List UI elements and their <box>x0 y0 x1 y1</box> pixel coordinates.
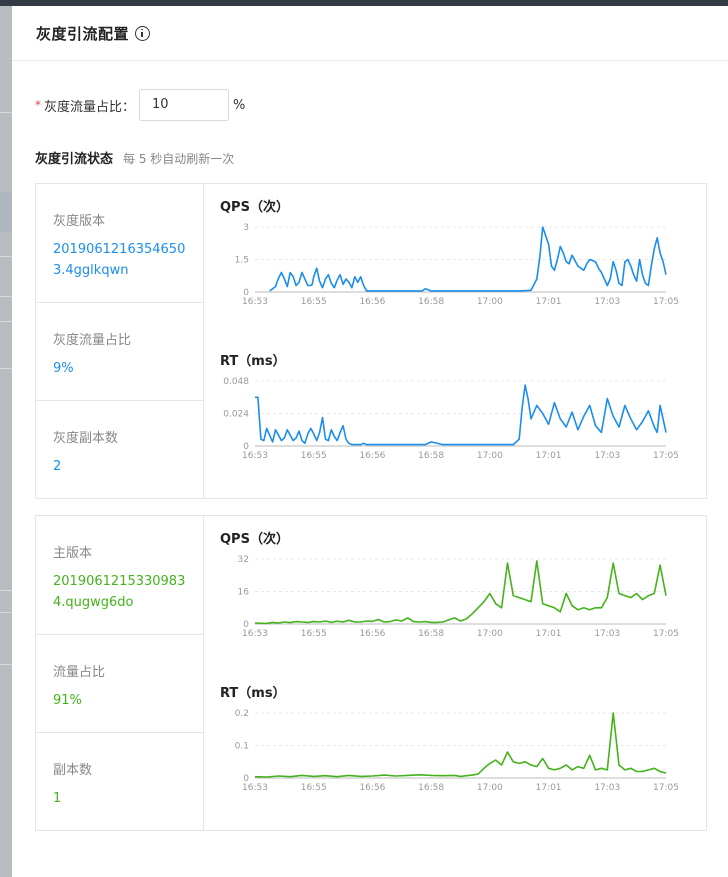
canary-status-panel: 灰度版本 20190612163546503.4gglkqwn 灰度流量占比 9… <box>35 183 707 499</box>
canary-ratio-value: 9% <box>53 361 74 376</box>
main-replicas-label: 副本数 <box>53 763 93 778</box>
x-tick-label: 16:58 <box>418 783 444 793</box>
backdrop-line <box>0 256 12 257</box>
canary-rt-chart: 00.0240.04816:53 16:55 16:56 16:58 17:00 17:0… <box>223 377 679 461</box>
x-tick-label: 16:53 <box>242 297 268 307</box>
canary-ratio-cell: 灰度流量占比 9% <box>36 303 203 401</box>
x-tick-label: 17:03 <box>594 451 620 461</box>
x-tick-label: 16:58 <box>418 629 444 639</box>
y-tick-label: 1.5 <box>235 256 249 266</box>
y-tick-label: 0.024 <box>223 410 249 420</box>
canary-ratio-label: 灰度流量占比： <box>44 99 136 115</box>
canary-replicas-value: 2 <box>53 459 62 474</box>
main-rt-chart: 00.10.216:53 16:55 16:56 16:58 17:00 17:01 17:… <box>235 709 679 793</box>
x-tick-label: 17:00 <box>477 783 503 793</box>
x-tick-label: 16:53 <box>242 451 268 461</box>
x-tick-label: 17:03 <box>594 783 620 793</box>
backdrop-line <box>0 368 12 369</box>
x-tick-label: 17:05 <box>653 629 679 639</box>
y-tick-label: 3 <box>243 223 249 233</box>
chart-title: RT（ms） <box>220 686 286 701</box>
y-tick-label: 16 <box>238 588 250 598</box>
chart-title: QPS（次） <box>220 200 289 215</box>
main-ratio-value: 91% <box>53 693 82 708</box>
x-tick-label: 17:05 <box>653 783 679 793</box>
info-icon[interactable] <box>135 25 151 41</box>
x-tick-label: 17:00 <box>477 629 503 639</box>
main-ratio-label: 流量占比 <box>53 665 106 680</box>
x-tick-label: 16:58 <box>418 451 444 461</box>
canary-ratio-form-row: * 灰度流量占比： 10 % <box>35 89 245 121</box>
main-version-value: 20190612153309834.qugwg6do <box>53 574 186 610</box>
x-tick-label: 17:01 <box>536 451 562 461</box>
x-tick-label: 16:53 <box>242 783 268 793</box>
series-line <box>255 384 667 446</box>
canary-version-label: 灰度版本 <box>53 214 106 229</box>
canary-replicas-label: 灰度副本数 <box>53 431 119 446</box>
percent-unit: % <box>233 97 246 113</box>
backdrop-line <box>0 296 12 297</box>
page-backdrop <box>0 6 12 877</box>
canary-version-value: 20190612163546503.4gglkqwn <box>53 242 186 278</box>
x-tick-label: 17:01 <box>536 297 562 307</box>
status-section-title: 灰度引流状态 每 5 秒自动刷新一次 <box>35 148 234 167</box>
x-tick-label: 16:56 <box>359 297 385 307</box>
main-version-cell: 主版本 20190612153309834.qugwg6do <box>36 516 203 635</box>
x-tick-label: 17:03 <box>594 629 620 639</box>
backdrop-block <box>0 192 12 232</box>
main-status-panel: 主版本 20190612153309834.qugwg6do 流量占比 91% … <box>35 515 707 831</box>
canary-config-drawer: 灰度引流配置 * 灰度流量占比： 10 % 灰度引流状态 每 5 秒自动刷新一次… <box>12 6 728 877</box>
chart-title: QPS（次） <box>220 532 289 547</box>
drawer-title: 灰度引流配置 <box>36 24 130 43</box>
drawer-header: 灰度引流配置 <box>12 6 728 61</box>
x-tick-label: 17:01 <box>536 783 562 793</box>
refresh-hint: 每 5 秒自动刷新一次 <box>123 152 235 166</box>
required-asterisk: * <box>35 98 41 112</box>
series-line <box>269 226 667 292</box>
backdrop-line <box>0 321 12 322</box>
series-line <box>254 560 667 625</box>
canary-qps-chart: 01.5316:53 16:55 16:56 16:58 17:00 17:01 17:03… <box>235 223 679 307</box>
backdrop-line <box>0 112 12 113</box>
main-ratio-cell: 流量占比 91% <box>36 635 203 733</box>
y-tick-label: 0.1 <box>235 742 249 752</box>
x-tick-label: 16:55 <box>301 297 327 307</box>
backdrop-line <box>0 664 12 665</box>
main-charts: QPS（次） 0 16 32 16:53 16:55 16:56 16:58 17:00 17:… <box>204 516 706 830</box>
main-replicas-cell: 副本数 1 <box>36 733 203 830</box>
backdrop-line <box>0 612 12 613</box>
x-tick-label: 16:56 <box>359 451 385 461</box>
x-tick-label: 17:03 <box>594 297 620 307</box>
canary-replicas-cell: 灰度副本数 2 <box>36 401 203 498</box>
main-version-label: 主版本 <box>53 546 93 561</box>
x-tick-label: 17:00 <box>477 451 503 461</box>
x-tick-label: 16:58 <box>418 297 444 307</box>
canary-ratio-info-label: 灰度流量占比 <box>53 333 132 348</box>
x-tick-label: 17:05 <box>653 297 679 307</box>
canary-ratio-input[interactable]: 10 <box>139 89 230 121</box>
canary-info-column: 灰度版本 20190612163546503.4gglkqwn 灰度流量占比 9… <box>36 184 204 498</box>
y-tick-label: 32 <box>238 555 249 565</box>
x-tick-label: 16:55 <box>301 783 327 793</box>
canary-charts: QPS（次） 0 1.5 3 16:53 16:55 16:56 16:58 17:00 17:… <box>204 184 706 498</box>
x-tick-label: 17:05 <box>653 451 679 461</box>
x-tick-label: 16:53 <box>242 629 268 639</box>
x-tick-label: 16:55 <box>301 629 327 639</box>
main-replicas-value: 1 <box>53 791 62 806</box>
backdrop-line <box>0 590 12 591</box>
main-info-column: 主版本 20190612153309834.qugwg6do 流量占比 91% … <box>36 516 204 830</box>
x-tick-label: 16:55 <box>301 451 327 461</box>
canary-version-cell: 灰度版本 20190612163546503.4gglkqwn <box>36 184 203 303</box>
x-tick-label: 16:56 <box>359 783 385 793</box>
status-title: 灰度引流状态 <box>35 152 114 167</box>
x-tick-label: 16:56 <box>359 629 385 639</box>
y-tick-label: 0.048 <box>223 377 249 387</box>
main-qps-chart: 0163216:53 16:55 16:56 16:58 17:00 17:01 17:03… <box>238 555 679 639</box>
x-tick-label: 17:01 <box>536 629 562 639</box>
x-tick-label: 17:00 <box>477 297 503 307</box>
chart-title: RT（ms） <box>220 354 286 369</box>
y-tick-label: 0.2 <box>235 709 249 719</box>
